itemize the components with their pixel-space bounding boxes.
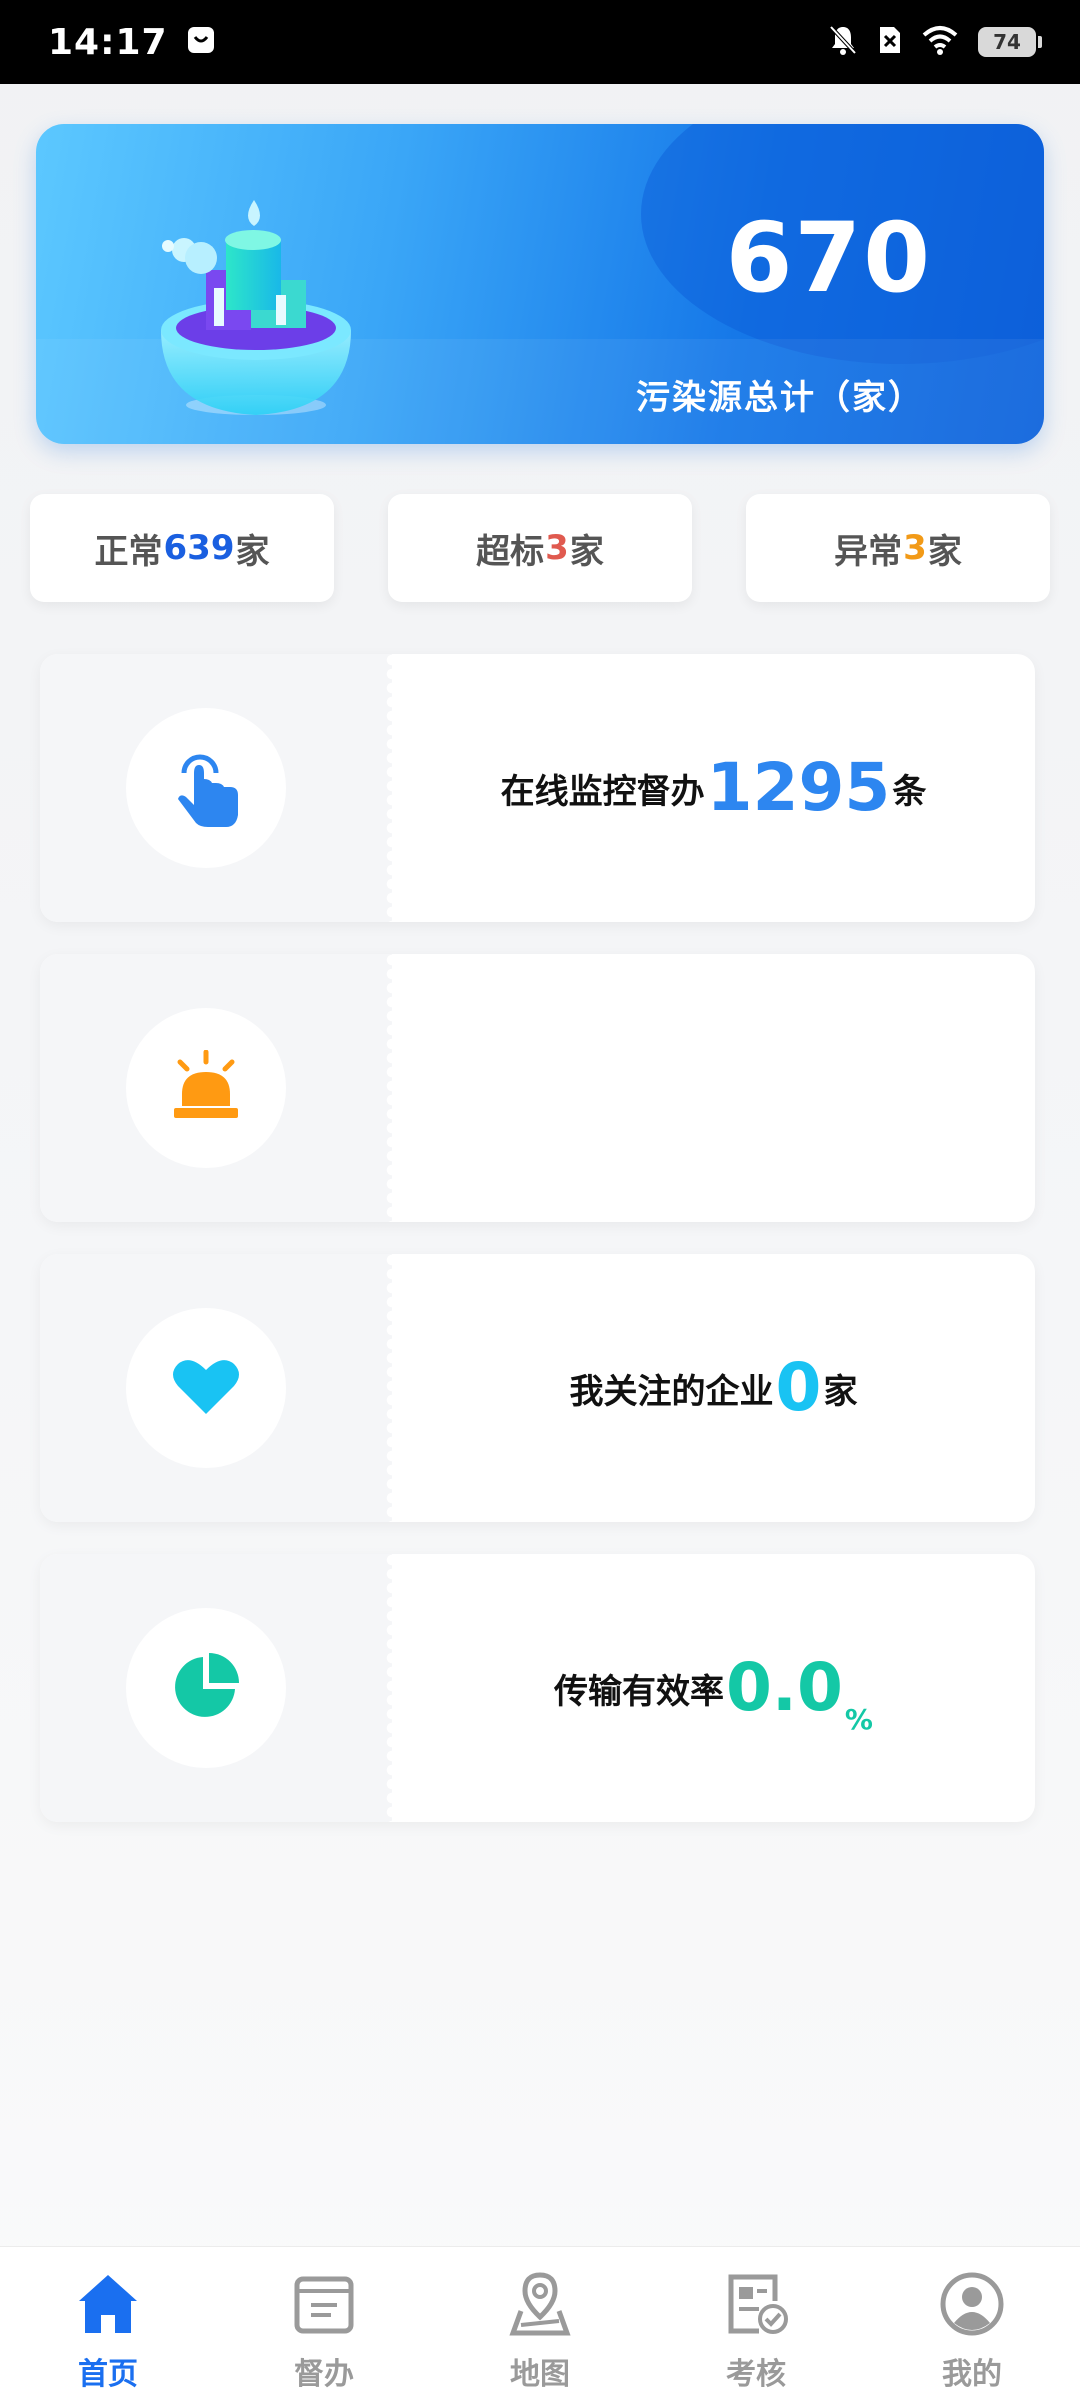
transmission-label: 传输有效率 <box>554 1671 724 1712</box>
icon-circle <box>126 1008 286 1168</box>
stat-normal-prefix: 正常 <box>94 531 163 572</box>
nav-map-label: 地图 <box>510 2357 570 2392</box>
check-report-icon <box>723 2271 789 2341</box>
supervision-unit: 条 <box>892 771 927 812</box>
status-left: 14:17 <box>48 22 216 63</box>
stat-exceeded-count: 3 <box>545 528 569 568</box>
followed-unit: 家 <box>823 1371 858 1412</box>
stat-exceeded-prefix: 超标 <box>476 531 545 572</box>
followed-enterprises-card[interactable]: 我关注的企业 0 家 <box>40 1254 1035 1522</box>
factory-bowl-illustration <box>106 170 376 430</box>
stat-normal[interactable]: 正常 639 家 <box>30 494 334 602</box>
card-text: 我关注的企业 0 家 <box>392 1254 1035 1522</box>
document-icon <box>291 2271 357 2341</box>
online-supervision-card[interactable]: 在线监控督办 1295 条 <box>40 654 1035 922</box>
status-bar: 14:17 74 <box>0 0 1080 84</box>
icon-circle <box>126 1608 286 1768</box>
card-icon-panel <box>40 1254 398 1522</box>
stat-abnormal-suffix: 家 <box>927 531 962 572</box>
pollution-source-banner[interactable]: 670 污染源总计（家） <box>36 124 1044 444</box>
stat-abnormal[interactable]: 异常 3 家 <box>746 494 1050 602</box>
pollution-source-total: 670 <box>725 202 932 314</box>
card-text <box>392 954 1035 1222</box>
card-icon-panel <box>40 654 398 922</box>
followed-label: 我关注的企业 <box>569 1371 774 1412</box>
user-icon <box>939 2271 1005 2341</box>
nav-mine-label: 我的 <box>942 2357 1002 2392</box>
stat-normal-suffix: 家 <box>235 531 270 572</box>
heart-icon <box>172 1356 240 1420</box>
stat-abnormal-count: 3 <box>903 528 927 568</box>
sim-close-icon <box>878 25 902 59</box>
icon-circle <box>126 1308 286 1468</box>
status-time: 14:17 <box>48 21 168 63</box>
transmission-efficiency-card[interactable]: 传输有效率 0.0 % <box>40 1554 1035 1822</box>
nav-home[interactable]: 首页 <box>0 2247 216 2400</box>
alarm-card[interactable] <box>40 954 1035 1222</box>
stat-exceeded-suffix: 家 <box>569 531 604 572</box>
wifi-icon <box>922 25 958 59</box>
transmission-unit: % <box>844 1703 873 1736</box>
battery-icon: 74 <box>978 27 1042 57</box>
nav-supervise-label: 督办 <box>294 2357 354 2392</box>
stat-exceeded[interactable]: 超标 3 家 <box>388 494 692 602</box>
supervision-count: 1295 <box>706 749 891 826</box>
nav-map[interactable]: 地图 <box>432 2247 648 2400</box>
nav-assess-label: 考核 <box>726 2357 786 2392</box>
stat-normal-count: 639 <box>163 528 235 568</box>
map-pin-icon <box>507 2271 573 2341</box>
status-right: 74 <box>828 24 1042 60</box>
home-icon <box>75 2271 141 2341</box>
pie-chart-icon <box>171 1651 241 1725</box>
card-icon-panel <box>40 954 398 1222</box>
icon-circle <box>126 708 286 868</box>
nav-assess[interactable]: 考核 <box>648 2247 864 2400</box>
nav-mine[interactable]: 我的 <box>864 2247 1080 2400</box>
nav-home-label: 首页 <box>78 2357 138 2392</box>
bottom-nav: 首页 督办 地图 考核 我的 <box>0 2246 1080 2400</box>
bell-muted-icon <box>828 24 858 60</box>
card-text: 传输有效率 0.0 % <box>392 1554 1035 1822</box>
supervision-label: 在线监控督办 <box>500 771 705 812</box>
card-text: 在线监控督办 1295 条 <box>392 654 1035 922</box>
tap-hand-icon <box>166 743 246 833</box>
transmission-rate: 0.0 <box>726 1649 843 1726</box>
nav-supervise[interactable]: 督办 <box>216 2247 432 2400</box>
pollution-source-label: 污染源总计（家） <box>636 378 924 418</box>
alarm-light-icon <box>170 1049 242 1126</box>
card-icon-panel <box>40 1554 398 1822</box>
message-icon <box>186 25 216 59</box>
followed-count: 0 <box>775 1349 822 1426</box>
stat-abnormal-prefix: 异常 <box>834 531 903 572</box>
